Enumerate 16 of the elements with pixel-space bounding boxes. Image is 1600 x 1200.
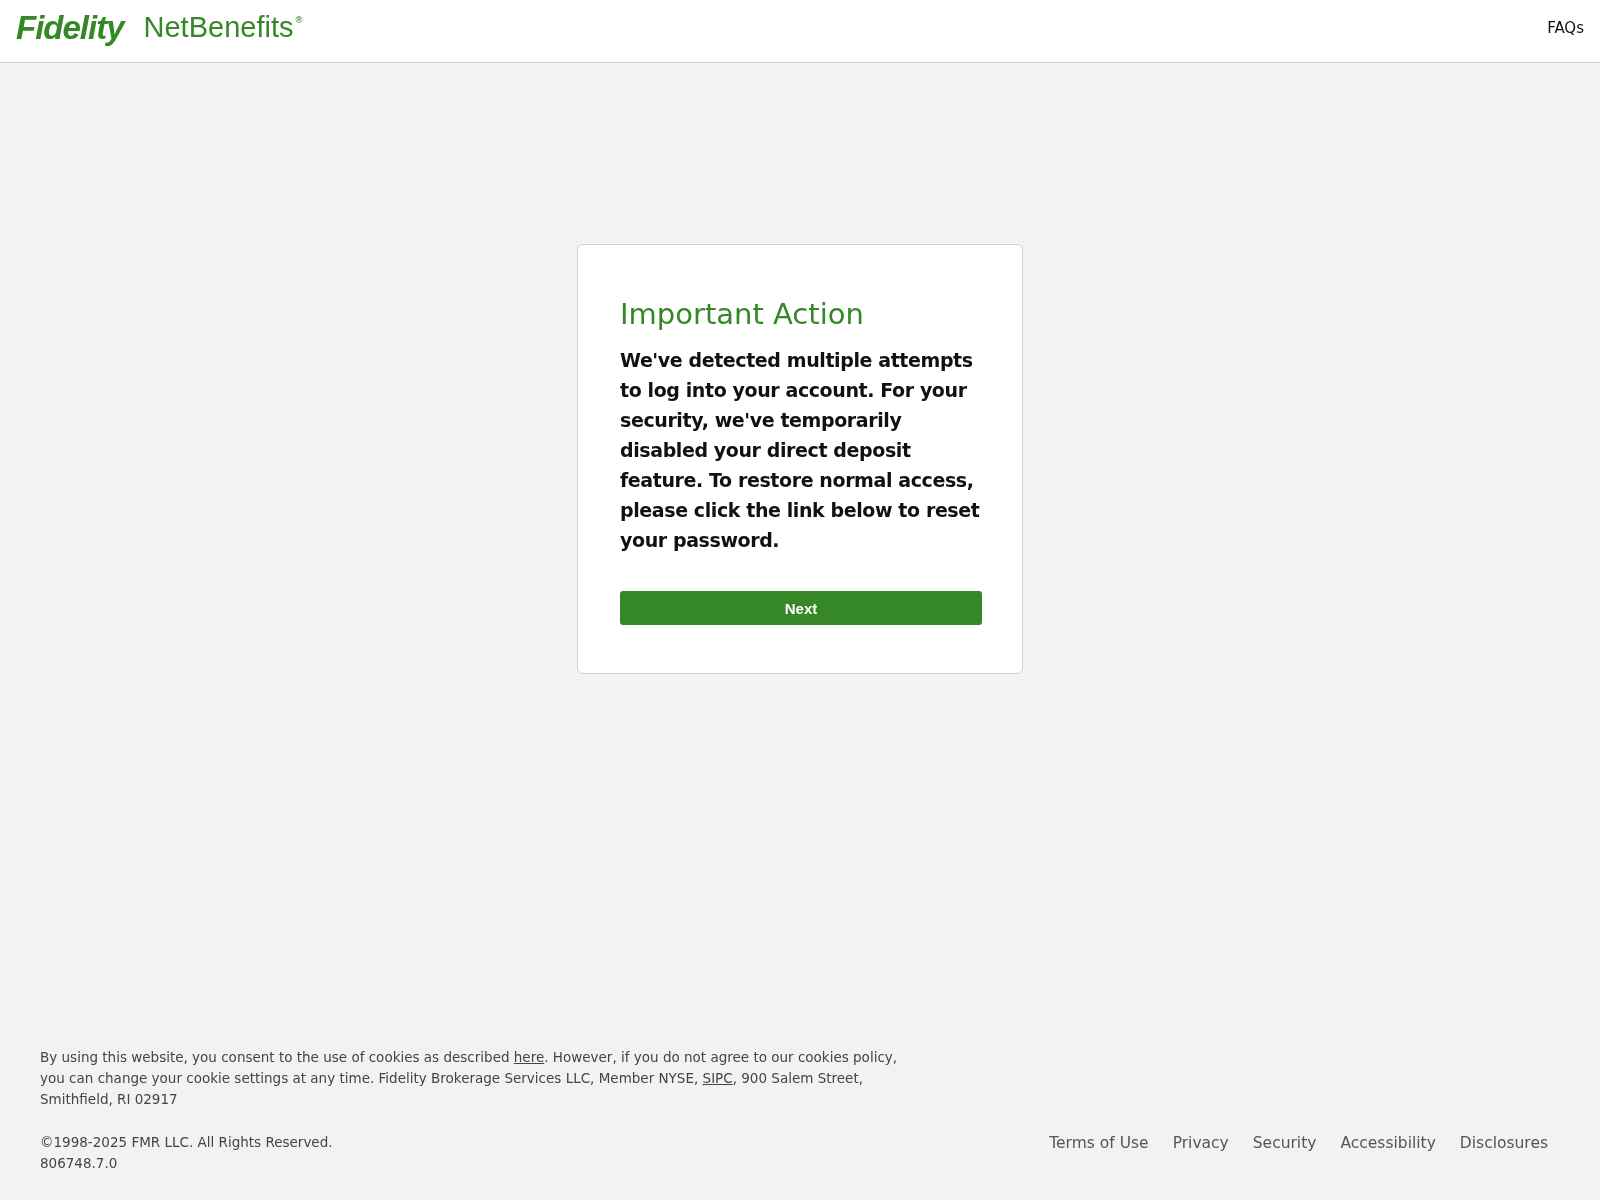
copyright-text: ©1998-2025 FMR LLC. All Rights Reserved.: [40, 1133, 333, 1152]
footer-link[interactable]: Privacy: [1172, 1134, 1229, 1152]
footer-link[interactable]: Accessibility: [1340, 1134, 1436, 1152]
notice-message: We've detected multiple attempts to log into your account. For your security, we've temporarily disabled your direct deposit feature. To restore normal access, please click the link below to reset your password.: [620, 348, 981, 553]
brand-logo[interactable]: Fidelity: [16, 9, 124, 47]
footer-link[interactable]: Terms of Use: [1049, 1134, 1149, 1152]
card-title: Important Action: [620, 297, 865, 331]
footer-link[interactable]: SIPC: [702, 1070, 733, 1086]
product-name: NetBenefits: [143, 11, 294, 44]
registered-mark: ®: [294, 15, 304, 25]
faqs-link[interactable]: FAQs: [1547, 19, 1584, 37]
footer-link[interactable]: Disclosures: [1459, 1134, 1548, 1152]
footer-link[interactable]: Security: [1252, 1134, 1317, 1152]
next-button[interactable]: Next: [620, 591, 982, 625]
version-number: 806748.7.0: [40, 1154, 119, 1173]
cookie-notice: By using this website, you consent to the use of cookies as described here. However, if you do not agree to our cookies policy, you can change your cookie settings at any time. Fidelity Brokerage Services LLC, Member NYSE, SIPC, 900 Salem Street, Smithfield, RI 02917: [40, 1048, 899, 1109]
